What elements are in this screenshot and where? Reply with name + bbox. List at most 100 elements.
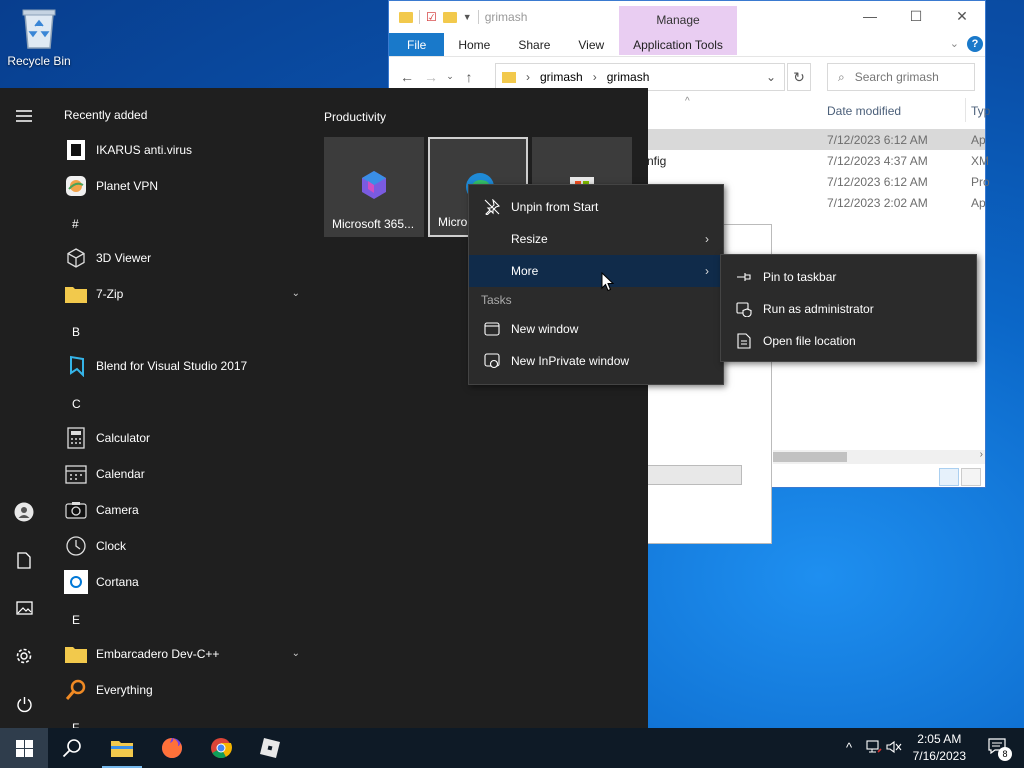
pictures-icon[interactable] [12,596,36,620]
file-type: Pro [971,175,990,189]
maximize-icon[interactable]: ☐ [893,1,939,31]
taskbar-search-button[interactable] [48,728,96,768]
app-3d-viewer[interactable]: 3D Viewer [48,240,316,276]
forward-arrow-icon[interactable]: → [419,69,443,85]
recycle-bin-desktop-icon[interactable]: Recycle Bin [4,6,74,68]
app-label: Embarcadero Dev-C++ [96,647,220,661]
horizontal-scrollbar[interactable]: › [773,449,985,464]
tile-microsoft-365[interactable]: Microsoft 365... [324,137,424,237]
menu-item-label: Resize [511,232,548,246]
resize-item[interactable]: Resize › [469,223,723,255]
breadcrumb-chevron-icon[interactable]: › [526,70,530,84]
open-file-location-item[interactable]: Open file location [721,325,976,357]
menu-item-label: More [511,264,539,278]
app-planet-vpn[interactable]: Planet VPN [48,168,316,204]
taskbar-roblox[interactable] [246,728,294,768]
app-everything[interactable]: Everything [48,672,316,708]
breadcrumb-chevron-icon[interactable]: › [593,70,597,84]
new-inprivate-window-item[interactable]: New InPrivate window [469,345,723,377]
documents-icon[interactable] [12,548,36,572]
back-arrow-icon[interactable]: ← [395,69,419,85]
customize-toolbar-icon[interactable]: ▼ [463,12,472,22]
pin-to-taskbar-item[interactable]: Pin to taskbar [721,261,976,293]
chevron-right-icon: › [705,264,709,278]
app-embarcadero[interactable]: Embarcadero Dev-C++ ⌄ [48,636,316,672]
breadcrumb-item[interactable]: grimash [607,70,650,84]
app-cortana[interactable]: Cortana [48,564,316,600]
app-calculator[interactable]: Calculator [48,420,316,456]
search-icon [62,739,81,758]
taskbar-file-explorer[interactable] [98,728,146,768]
new-window-item[interactable]: New window [469,313,723,345]
address-bar[interactable]: › grimash › grimash ⌄ [495,63,785,91]
run-as-administrator-item[interactable]: Run as administrator [721,293,976,325]
menu-item-label: New InPrivate window [511,354,630,368]
tab-view[interactable]: View [564,33,618,56]
app-clock[interactable]: Clock [48,528,316,564]
letter-header[interactable]: F [72,721,79,728]
unpin-from-start-item[interactable]: Unpin from Start [469,191,723,223]
clock-date: 7/16/2023 [912,749,966,763]
title-bar[interactable]: ☑ ▼ grimash Manage — ☐ ✕ [389,1,985,55]
address-dropdown-icon[interactable]: ⌄ [766,70,776,84]
tab-share[interactable]: Share [504,33,564,56]
user-account-icon[interactable] [12,500,36,524]
chevron-down-icon[interactable]: ⌄ [292,288,300,299]
app-label: 7-Zip [96,287,124,301]
window-controls: — ☐ ✕ [847,1,985,31]
app-calendar[interactable]: Calendar [48,456,316,492]
file-location-icon [733,333,755,349]
properties-check-icon[interactable]: ☑ [426,10,437,24]
up-arrow-icon[interactable]: ↑ [457,69,481,85]
scrollbar-thumb[interactable] [773,452,847,462]
more-item[interactable]: More › [469,255,723,287]
letter-header[interactable]: # [72,217,79,231]
ribbon-tabs: File Home Share View Application Tools ⌄… [389,33,985,56]
breadcrumb-item[interactable]: grimash [540,70,583,84]
app-camera[interactable]: Camera [48,492,316,528]
menu-item-label: Unpin from Start [511,200,599,214]
settings-gear-icon[interactable] [12,644,36,668]
column-divider[interactable] [965,98,966,122]
new-folder-icon[interactable] [442,11,457,23]
network-icon[interactable] [866,740,882,757]
minimize-icon[interactable]: — [847,1,893,31]
dialog-progress-bar [647,465,742,485]
toolbar-divider [419,10,420,24]
letter-header[interactable]: E [72,613,80,627]
chevron-down-icon[interactable]: ⌄ [292,648,300,659]
chrome-icon [211,738,232,759]
scroll-right-icon[interactable]: › [980,449,983,460]
letter-header[interactable]: C [72,397,81,411]
tab-application-tools[interactable]: Application Tools [619,33,737,56]
tab-file[interactable]: File [389,33,445,56]
details-view-icon[interactable] [939,468,959,486]
sort-arrow-icon: ^ [685,96,690,107]
tile-group-title[interactable]: Productivity [324,110,386,124]
column-date-modified[interactable]: Date modified [827,104,901,118]
power-icon[interactable] [12,692,36,716]
firefox-icon [162,738,182,758]
recent-locations-icon[interactable]: ⌄ [443,71,457,82]
close-icon[interactable]: ✕ [939,1,985,31]
expand-ribbon-icon[interactable]: ⌄ [950,37,959,50]
volume-muted-icon[interactable] [886,740,902,757]
app-blend[interactable]: Blend for Visual Studio 2017 [48,348,316,384]
large-icons-view-icon[interactable] [961,468,981,486]
refresh-button[interactable]: ↻ [787,63,811,91]
taskbar-firefox[interactable] [148,728,196,768]
app-7zip[interactable]: 7-Zip ⌄ [48,276,316,312]
taskbar-clock[interactable]: 2:05 AM 7/16/2023 [913,731,966,765]
letter-header[interactable]: B [72,325,80,339]
tab-home[interactable]: Home [444,33,504,56]
action-center-button[interactable]: 8 [988,738,1012,761]
start-button[interactable] [0,728,48,768]
column-type[interactable]: Typ [971,104,990,118]
help-icon[interactable]: ? [967,36,983,52]
taskbar-chrome[interactable] [197,728,245,768]
folder-icon [502,71,516,83]
show-hidden-icons-icon[interactable]: ^ [846,740,852,755]
search-input[interactable]: ⌕ Search grimash [827,63,975,91]
hamburger-menu-icon[interactable] [12,104,36,128]
app-ikarus[interactable]: IKARUS anti.virus [48,132,316,168]
